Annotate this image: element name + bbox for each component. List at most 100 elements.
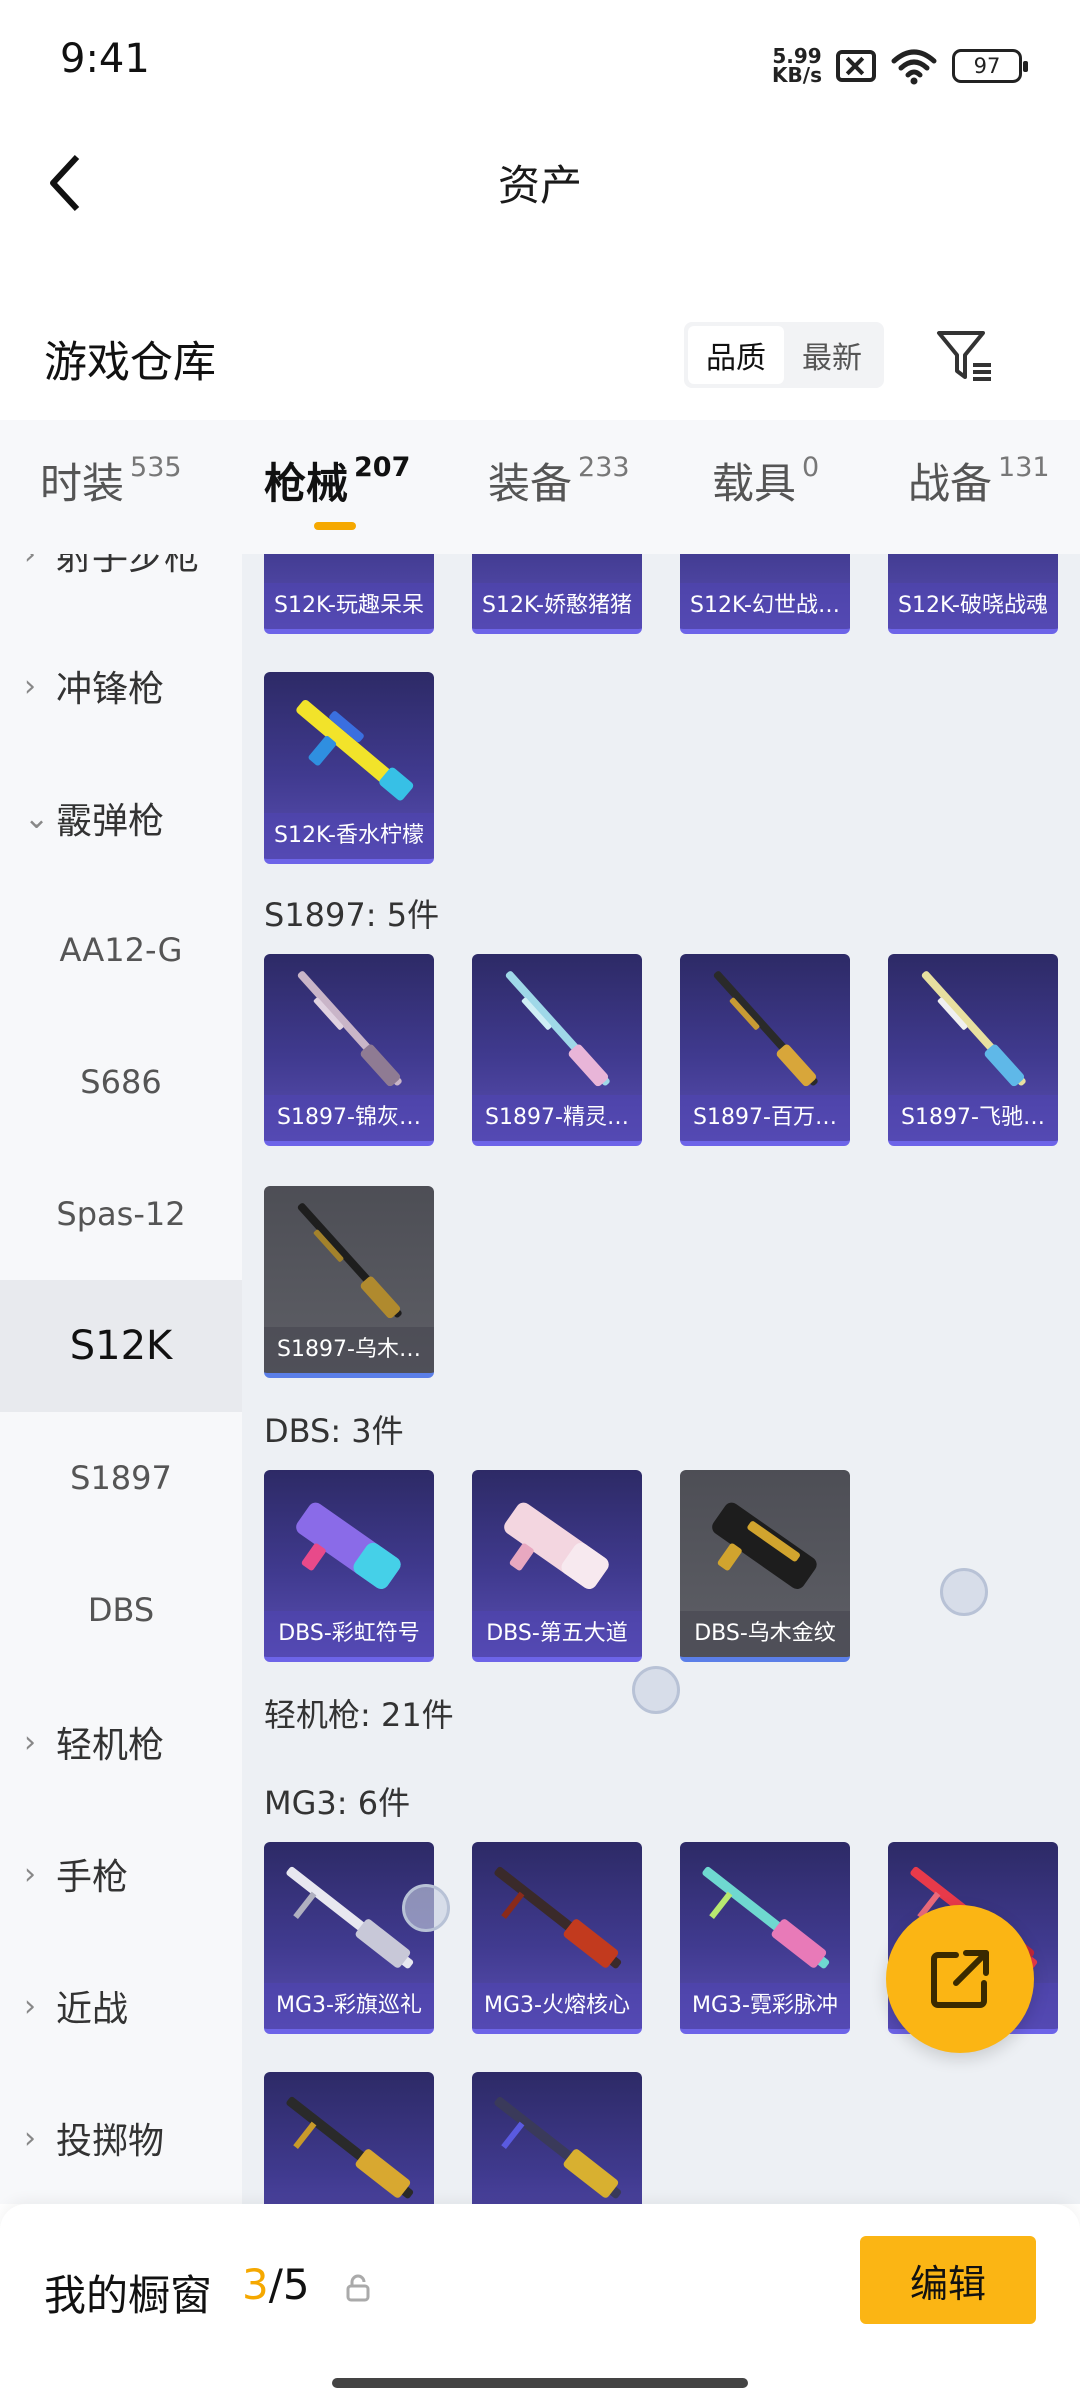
weapon-card[interactable]: DBS-第五大道 [472,1470,642,1662]
weapon-card-name: DBS-第五大道 [472,1611,642,1657]
weapon-card[interactable]: S1897-飞驰… [888,954,1058,1146]
weapon-card[interactable]: S1897-锦灰… [264,954,434,1146]
weapon-card[interactable]: MG3-彩旗巡礼 [264,1842,434,2034]
wifi-icon [891,49,937,85]
tab-vehicles[interactable]: 载具 0 [712,450,819,511]
weapon-card[interactable]: S12K-幻世战… [680,554,850,634]
sidebar-item-label: 霰弹枪 [56,801,165,842]
sidebar-item-label: 近战 [56,1989,129,2030]
sim-off-icon [836,50,876,82]
sidebar-item-marksman-rifle[interactable]: › 射手步枪 [0,554,242,620]
sidebar-item-aa12g[interactable]: AA12-G [0,884,242,1016]
sidebar-item-s686[interactable]: S686 [0,1016,242,1148]
weapon-card[interactable]: MG3-霓彩脉冲 [680,1842,850,2034]
network-speed: 5.99 KB/s [772,46,822,87]
weapon-card-name: S12K-娇憨猪猪 [472,583,642,629]
weapon-card[interactable] [264,2072,434,2204]
tab-costumes[interactable]: 时装 535 [40,450,182,511]
sort-option-newest[interactable]: 最新 [784,326,880,384]
machine-gun-image [702,1866,830,1969]
showcase-count-total: 5 [282,2260,310,2309]
sort-option-quality[interactable]: 品质 [688,326,784,384]
weapon-card[interactable]: S1897-百万… [680,954,850,1146]
touch-indicator [402,1884,450,1932]
shotgun-image [296,1502,401,1589]
chevron-right-icon: › [24,1856,36,1892]
showcase-panel: 我的橱窗 3/5 编辑 [0,2204,1080,2400]
sidebar-item-lmg[interactable]: › 轻机枪 [0,1676,242,1808]
weapon-card-name: DBS-彩虹符号 [264,1611,434,1657]
weapon-card[interactable]: S1897-精灵… [472,954,642,1146]
share-button[interactable] [886,1905,1034,2053]
tab-supplies[interactable]: 战备 131 [908,450,1050,511]
shotgun-image [504,1502,609,1589]
category-tabs: 时装 535 枪械 207 装备 233 载具 0 战备 131 [0,420,1080,554]
sidebar-item-shotgun[interactable]: ⌄ 霰弹枪 [0,752,242,884]
weapon-card[interactable]: S12K-破晓战魂 [888,554,1058,634]
weapon-card[interactable] [472,2072,642,2204]
tab-firearms[interactable]: 枪械 207 [264,450,410,511]
weapon-card[interactable]: S1897-乌木… [264,1186,434,1378]
tab-count: 233 [578,452,630,483]
chevron-right-icon: › [24,1724,36,1760]
machine-gun-image [286,2096,414,2199]
weapon-card[interactable]: S12K-娇憨猪猪 [472,554,642,634]
filter-button[interactable] [932,322,998,388]
weapon-card-name: S1897-飞驰… [888,1095,1058,1141]
network-speed-unit: KB/s [772,63,822,87]
sidebar-item-label: 冲锋枪 [56,669,165,710]
shotgun-image [297,971,402,1087]
sort-toggle: 品质 最新 [684,322,884,388]
weapon-card-name: MG3-火熔核心 [472,1983,642,2029]
tab-count: 0 [802,452,820,483]
weapon-card-name: S12K-香水柠檬 [264,813,434,859]
tab-count: 131 [998,452,1050,483]
weapon-card[interactable]: DBS-乌木金纹 [680,1470,850,1662]
page-title: 资产 [497,161,582,210]
weapon-card-name: S12K-幻世战… [680,583,850,629]
weapon-card-name: S12K-玩趣呆呆 [264,583,434,629]
weapon-card[interactable]: MG3-火熔核心 [472,1842,642,2034]
weapon-card-name: DBS-乌木金纹 [680,1611,850,1657]
group-label-lmg: 轻机枪: 21件 [264,1696,454,1734]
weapon-card-name: S12K-破晓战魂 [888,583,1058,629]
sidebar-item-throwables[interactable]: › 投掷物 [0,2072,242,2204]
filter-icon [937,331,991,381]
chevron-right-icon: › [24,1988,36,2024]
sidebar-item-melee[interactable]: › 近战 [0,1940,242,2072]
group-label-s1897: S1897: 5件 [264,896,440,934]
weapon-card[interactable]: S12K-玩趣呆呆 [264,554,434,634]
touch-indicator [632,1666,680,1714]
edit-button[interactable]: 编辑 [860,2236,1036,2324]
weapon-card-name: S1897-百万… [680,1095,850,1141]
section-header: 游戏仓库 品质 最新 [0,300,1080,410]
home-indicator[interactable] [332,2378,748,2388]
sidebar-item-pistol[interactable]: › 手枪 [0,1808,242,1940]
group-label-mg3: MG3: 6件 [264,1784,411,1822]
showcase-label: 我的橱窗 [44,2271,213,2320]
tab-label: 装备 [488,459,573,508]
machine-gun-image [494,2096,622,2199]
status-time: 9:41 [60,36,150,82]
status-icons: 5.99 KB/s 97 [772,44,1028,88]
tab-equipment[interactable]: 装备 233 [488,450,630,511]
weapon-card[interactable]: DBS-彩虹符号 [264,1470,434,1662]
sidebar-item-label: 轻机枪 [56,1725,165,1766]
weapon-card[interactable]: S12K-香水柠檬 [264,672,434,864]
active-tab-indicator [314,522,356,530]
sidebar-item-label: 投掷物 [56,2121,165,2162]
share-icon [931,1950,989,2008]
sidebar-item-s1897[interactable]: S1897 [0,1412,242,1544]
machine-gun-image [494,1866,622,1969]
shotgun-image [712,1502,817,1589]
rifle-image [296,699,414,801]
sidebar-item-spas12[interactable]: Spas-12 [0,1148,242,1280]
sidebar-item-dbs[interactable]: DBS [0,1544,242,1676]
chevron-right-icon: › [24,2120,36,2156]
sidebar-item-s12k[interactable]: S12K [0,1280,242,1412]
chevron-right-icon: › [24,668,36,704]
weapon-card-name: S1897-精灵… [472,1095,642,1141]
sidebar-item-smg[interactable]: › 冲锋枪 [0,620,242,752]
lock-icon [346,2274,370,2302]
shotgun-image [921,971,1026,1087]
